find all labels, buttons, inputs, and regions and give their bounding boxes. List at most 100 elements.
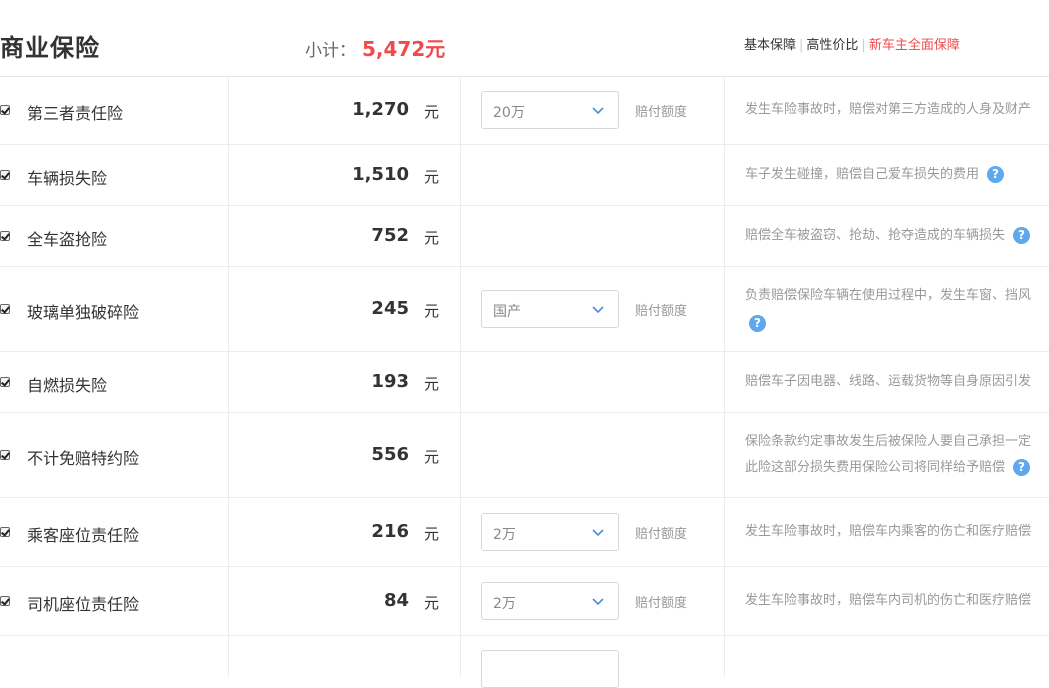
help-icon[interactable]: ? [987,166,1005,183]
table-row: 司机座位责任险 84 元 2万 赔付额度 发生车险事故时，赔偿车内司机的伤亡和医… [0,567,1049,636]
column-divider [228,498,229,566]
coverage-select[interactable]: 国产 [481,290,619,328]
description-line: 此险这部分损失费用保险公司将同样给予赔偿 [745,460,1006,475]
insurance-table: 第三者责任险 1,270 元 20万 赔付额度 发生车险事故时，赔偿对第三方造成… [0,76,1049,688]
insurance-name: 全车盗抢险 [27,230,108,249]
price-unit: 元 [424,375,440,393]
help-icon[interactable]: ? [749,315,766,332]
price-unit: 元 [424,594,440,612]
table-row [0,636,1049,688]
chevron-down-icon [592,107,604,115]
column-divider [228,636,229,676]
insurance-description: 赔偿全车被盗窃、抢劫、抢夺造成的车辆损失? [745,223,1049,249]
description-line: 发生车险事故时，赔偿车内乘客的伤亡和医疗赔偿 [745,524,1032,539]
subtotal-label: 小计： [305,41,356,61]
coverage-select[interactable]: 2万 [481,582,619,620]
price-unit: 元 [424,229,440,247]
insurance-description: 保险条款约定事故发生后被保险人要自己承担一定 此险这部分损失费用保险公司将同样给予… [745,429,1049,481]
insurance-price: 245 [371,298,409,319]
insurance-checkbox[interactable] [0,596,10,606]
table-row: 车辆损失险 1,510 元 车子发生碰撞，赔偿自己爱车损失的费用? [0,145,1049,206]
insurance-checkbox[interactable] [0,377,10,387]
insurance-checkbox[interactable] [0,527,10,537]
divider: | [861,38,866,53]
coverage-select-value: 2万 [493,596,516,612]
price-unit: 元 [424,525,440,543]
limit-label: 赔付额度 [635,596,688,611]
column-divider [460,145,461,205]
price-unit: 元 [424,103,440,121]
description-line: 发生车险事故时，赔偿对第三方造成的人身及财产 [745,102,1032,117]
description-line: 赔偿全车被盗窃、抢劫、抢夺造成的车辆损失 [745,228,1006,243]
column-divider [724,145,725,205]
column-divider [228,206,229,266]
table-row: 全车盗抢险 752 元 赔偿全车被盗窃、抢劫、抢夺造成的车辆损失? [0,206,1049,267]
column-divider [724,352,725,412]
coverage-select[interactable]: 20万 [481,91,619,129]
insurance-price: 84 [383,590,409,611]
subtotal-amount: 5,472元 [362,37,446,61]
coverage-select-value: 国产 [493,304,521,320]
column-divider [228,76,229,144]
insurance-price: 556 [371,444,409,465]
plan-link-value[interactable]: 高性价比 [806,38,858,53]
description-line: 车子发生碰撞，赔偿自己爱车损失的费用 [745,167,980,182]
column-divider [724,567,725,635]
column-divider [228,413,229,497]
chevron-down-icon [592,529,604,537]
insurance-description: 发生车险事故时，赔偿对第三方造成的人身及财产 [745,97,1049,123]
column-divider [460,498,461,566]
insurance-checkbox[interactable] [0,304,10,314]
table-row: 不计免赔特约险 556 元 保险条款约定事故发生后被保险人要自己承担一定 此险这部… [0,413,1049,498]
price-unit: 元 [424,168,440,186]
insurance-checkbox[interactable] [0,231,10,241]
insurance-checkbox[interactable] [0,450,10,460]
subtotal: 小计： 5,472元 [305,33,445,62]
insurance-checkbox[interactable] [0,105,10,115]
coverage-select[interactable] [481,650,619,688]
chevron-down-icon [592,598,604,606]
insurance-name: 自燃损失险 [27,376,108,395]
column-divider [460,206,461,266]
plan-link-new-owner[interactable]: 新车主全面保障 [869,38,960,53]
insurance-description: 赔偿车子因电器、线路、运载货物等自身原因引发 [745,369,1049,395]
insurance-name: 司机座位责任险 [27,595,140,614]
column-divider [460,636,461,676]
plan-link-basic[interactable]: 基本保障 [744,38,796,53]
insurance-description: 发生车险事故时，赔偿车内乘客的伤亡和医疗赔偿 [745,519,1049,545]
column-divider [460,76,461,144]
help-icon[interactable]: ? [1013,227,1031,244]
column-divider [228,267,229,351]
insurance-price: 216 [371,521,409,542]
insurance-price: 752 [371,225,409,246]
insurance-name: 第三者责任险 [27,104,124,123]
column-divider [460,352,461,412]
plan-links: 基本保障 | 高性价比 | 新车主全面保障 [744,34,960,53]
chevron-down-icon [592,306,604,314]
column-divider [460,267,461,351]
insurance-description: 负责赔偿保险车辆在使用过程中，发生车窗、挡风? [745,283,1049,337]
column-divider [460,413,461,497]
limit-label: 赔付额度 [635,527,688,542]
description-line: 发生车险事故时，赔偿车内司机的伤亡和医疗赔偿 [745,593,1032,608]
insurance-name: 不计免赔特约险 [27,449,140,468]
column-divider [724,267,725,351]
insurance-price: 1,510 [352,164,409,185]
table-row: 第三者责任险 1,270 元 20万 赔付额度 发生车险事故时，赔偿对第三方造成… [0,76,1049,145]
column-divider [724,498,725,566]
price-unit: 元 [424,448,440,466]
description-line: 保险条款约定事故发生后被保险人要自己承担一定 [745,434,1032,449]
insurance-checkbox[interactable] [0,170,10,180]
description-line: 负责赔偿保险车辆在使用过程中，发生车窗、挡风 [745,288,1032,303]
coverage-select[interactable]: 2万 [481,513,619,551]
column-divider [724,76,725,144]
coverage-select-value: 2万 [493,527,516,543]
column-divider [228,352,229,412]
column-divider [228,567,229,635]
insurance-name: 玻璃单独破碎险 [27,303,140,322]
insurance-price: 193 [371,371,409,392]
insurance-description: 发生车险事故时，赔偿车内司机的伤亡和医疗赔偿 [745,588,1049,614]
help-icon[interactable]: ? [1013,459,1031,476]
limit-label: 赔付额度 [635,105,688,120]
insurance-name: 车辆损失险 [27,169,108,188]
